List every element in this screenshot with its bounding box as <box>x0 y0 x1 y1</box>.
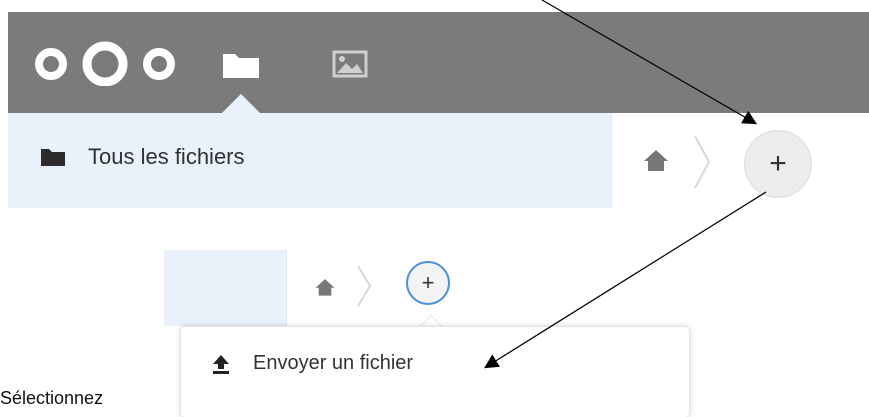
annotation-arrows <box>483 0 767 369</box>
arrow-to-new-button <box>541 0 758 125</box>
arrow-to-upload-item <box>483 191 767 369</box>
